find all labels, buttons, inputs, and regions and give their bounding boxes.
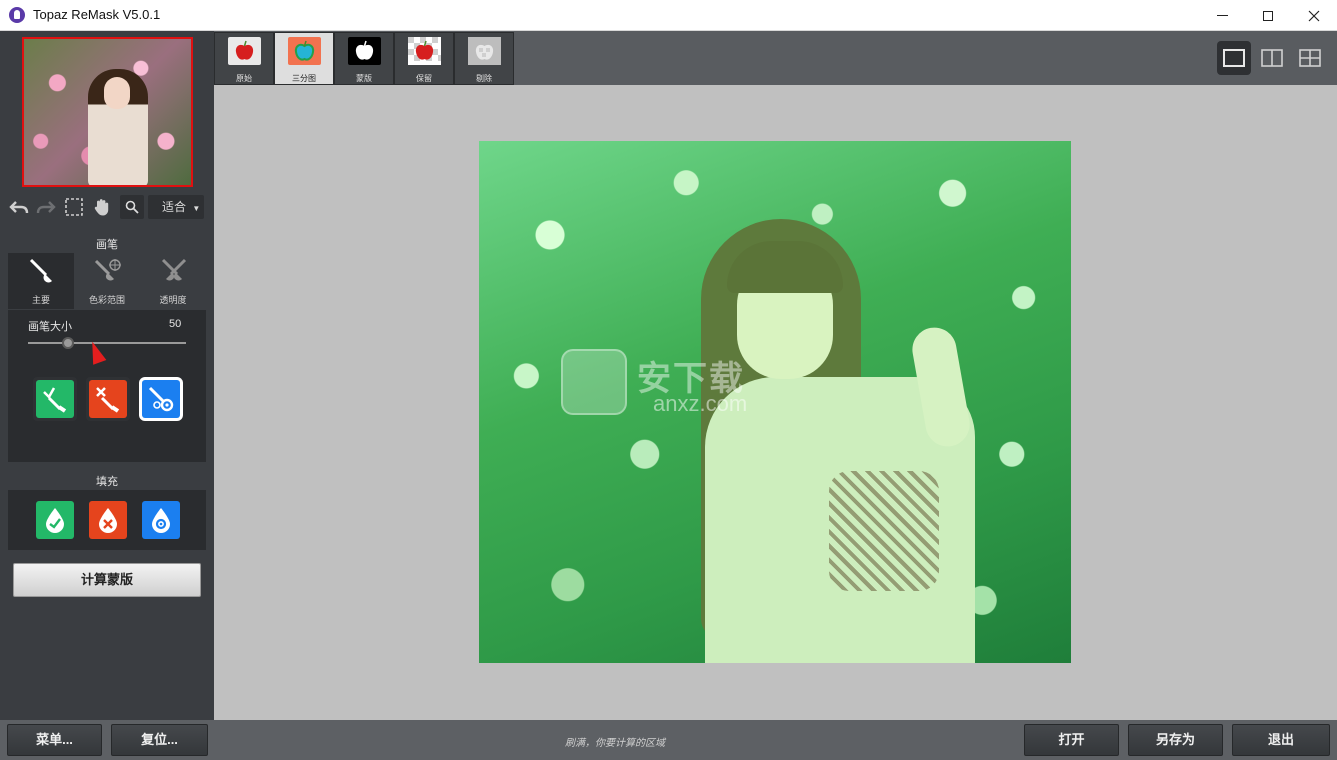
tab-original-label: 原始 bbox=[236, 74, 252, 83]
maximize-button[interactable] bbox=[1245, 0, 1291, 31]
watermark: 安下载 anxz.com bbox=[561, 349, 781, 419]
keep-fill-icon bbox=[46, 508, 64, 533]
hand-pan-icon[interactable] bbox=[92, 197, 112, 217]
brush-section-label: 画笔 bbox=[96, 239, 118, 251]
brush-tab-transparency[interactable]: 透明度 bbox=[140, 253, 206, 309]
keep-fill-button[interactable] bbox=[33, 498, 77, 542]
tab-trimap[interactable]: 三分图 bbox=[274, 32, 334, 85]
subject-sleeve-pattern bbox=[829, 471, 939, 591]
tab-mask[interactable]: 蒙版 bbox=[334, 32, 394, 85]
maximize-icon bbox=[1263, 10, 1273, 21]
open-button[interactable]: 打开 bbox=[1024, 724, 1119, 756]
brush-tab-primary-label: 主要 bbox=[31, 295, 50, 305]
minimize-button[interactable] bbox=[1199, 0, 1245, 31]
save-as-button[interactable]: 另存为 bbox=[1128, 724, 1223, 756]
brush-icon bbox=[29, 258, 52, 283]
apple-mask-icon bbox=[348, 37, 381, 65]
apple-cut-icon bbox=[468, 37, 501, 65]
left-panel: 适合 ▼ 画笔 主要 色彩范围 透明度 画笔大小 50 填充 计算蒙版 bbox=[0, 31, 214, 720]
cut-fill-icon bbox=[99, 508, 117, 533]
menu-button[interactable]: 菜单... bbox=[7, 724, 102, 756]
brush-size-value: 50 bbox=[169, 318, 182, 330]
close-icon bbox=[1308, 10, 1320, 21]
status-hint: 刷满，你要计算的区域 bbox=[565, 738, 665, 749]
edit-toolbar: 适合 ▼ bbox=[0, 191, 214, 223]
reset-button[interactable]: 复位... bbox=[111, 724, 208, 756]
compute-brush-icon bbox=[148, 386, 174, 412]
brush-type-tabs: 主要 色彩范围 透明度 bbox=[8, 253, 206, 309]
tab-mask-label: 蒙版 bbox=[356, 74, 372, 83]
compute-fill-icon bbox=[152, 508, 170, 533]
color-range-brush-icon bbox=[94, 259, 121, 281]
quad-view-icon bbox=[1299, 49, 1321, 67]
watermark-url: anxz.com bbox=[653, 391, 748, 416]
bottom-bar: 菜单... 复位... 刷满，你要计算的区域 打开 另存为 退出 bbox=[0, 720, 1337, 760]
transparency-brush-icon bbox=[161, 258, 187, 281]
apple-trimap-icon bbox=[288, 37, 321, 65]
keep-brush-icon bbox=[43, 387, 67, 413]
brush-tab-color-range[interactable]: 色彩范围 bbox=[74, 253, 140, 309]
marquee-select-icon[interactable] bbox=[64, 197, 84, 217]
tab-keep[interactable]: 保留 bbox=[394, 32, 454, 85]
fill-panel bbox=[8, 490, 206, 550]
tab-cut[interactable]: 剔除 bbox=[454, 32, 514, 85]
cut-brush-button[interactable] bbox=[86, 377, 130, 421]
tab-cut-label: 剔除 bbox=[476, 74, 492, 83]
brush-settings-panel: 画笔大小 50 bbox=[8, 310, 206, 462]
compute-fill-button[interactable] bbox=[139, 498, 183, 542]
view-toolbar: 原始 三分图 蒙版 保留 剔除 bbox=[214, 31, 1337, 85]
tab-keep-label: 保留 bbox=[416, 74, 432, 83]
compute-mask-button[interactable]: 计算蒙版 bbox=[13, 563, 201, 597]
cut-fill-button[interactable] bbox=[86, 498, 130, 542]
brush-size-slider-handle[interactable] bbox=[61, 337, 74, 349]
brush-tab-transparency-label: 透明度 bbox=[159, 295, 187, 305]
redo-icon[interactable] bbox=[36, 197, 56, 217]
app-window: Topaz ReMask V5.0.1 适合 ▼ 画笔 主要 色彩范围 透明度 … bbox=[0, 0, 1337, 760]
compute-brush-button[interactable] bbox=[139, 377, 183, 421]
window-title: Topaz ReMask V5.0.1 bbox=[33, 7, 161, 22]
zoom-button[interactable] bbox=[120, 195, 144, 219]
brush-tab-color-range-label: 色彩范围 bbox=[88, 295, 125, 305]
apple-keep-icon bbox=[408, 37, 441, 65]
chevron-down-icon: ▼ bbox=[192, 204, 201, 213]
watermark-shield-icon bbox=[561, 349, 627, 415]
apple-red-icon bbox=[228, 37, 261, 65]
brush-tab-primary[interactable]: 主要 bbox=[8, 253, 74, 309]
quad-view-button[interactable] bbox=[1293, 41, 1327, 75]
close-button[interactable] bbox=[1291, 0, 1337, 31]
thumbnail-subject-face bbox=[104, 77, 130, 109]
single-view-button[interactable] bbox=[1217, 41, 1251, 75]
split-view-button[interactable] bbox=[1255, 41, 1289, 75]
navigator-thumbnail[interactable] bbox=[22, 37, 193, 187]
tab-original[interactable]: 原始 bbox=[214, 32, 274, 85]
magnifier-icon bbox=[125, 200, 139, 214]
exit-button[interactable]: 退出 bbox=[1232, 724, 1330, 756]
image-canvas[interactable]: 安下载 anxz.com bbox=[214, 85, 1337, 720]
title-bar: Topaz ReMask V5.0.1 bbox=[0, 0, 1337, 31]
single-view-icon bbox=[1223, 49, 1245, 67]
undo-icon[interactable] bbox=[9, 197, 29, 217]
tab-trimap-label: 三分图 bbox=[292, 74, 316, 83]
trimap-preview-image[interactable]: 安下载 anxz.com bbox=[479, 141, 1071, 663]
split-view-icon bbox=[1261, 49, 1283, 67]
keep-brush-button[interactable] bbox=[33, 377, 77, 421]
cut-brush-icon bbox=[96, 387, 120, 413]
zoom-fit-value: 适合 bbox=[162, 200, 187, 214]
app-logo-icon bbox=[9, 7, 25, 23]
brush-size-slider-track[interactable] bbox=[28, 342, 186, 344]
minimize-icon bbox=[1216, 15, 1228, 16]
fill-section-label: 填充 bbox=[96, 476, 118, 488]
zoom-fit-select[interactable]: 适合 ▼ bbox=[148, 195, 204, 219]
brush-size-label: 画笔大小 bbox=[28, 321, 72, 333]
